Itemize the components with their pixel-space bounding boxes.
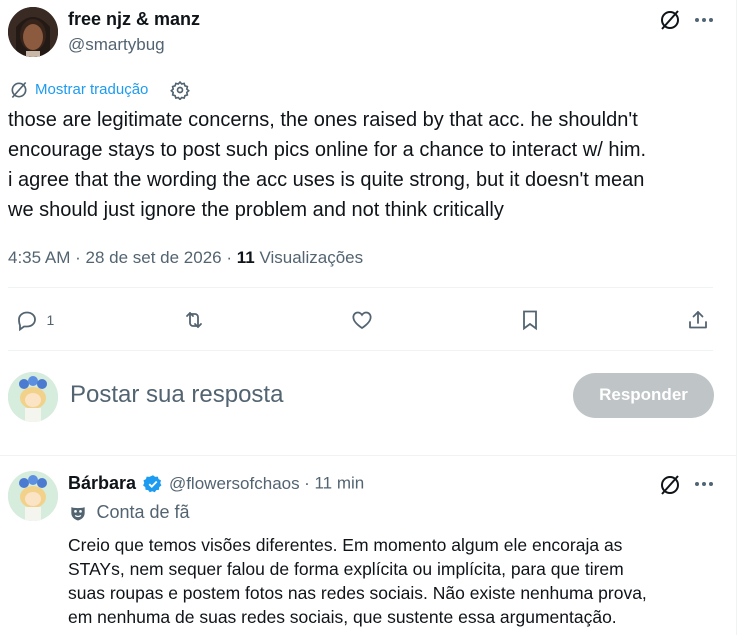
views-count: 11 xyxy=(236,248,255,267)
reply-text: Creio que temos visões diferentes. Em mo… xyxy=(68,535,647,627)
verified-icon xyxy=(142,474,163,494)
meta-separator: · xyxy=(226,248,237,267)
author-name[interactable]: free njz & manz xyxy=(68,9,200,30)
reply-grok-icon[interactable] xyxy=(658,473,682,497)
reply-author-handle[interactable]: @flowersofchaos xyxy=(169,474,300,493)
views-label: Visualizações xyxy=(259,248,364,267)
translation-settings-icon[interactable] xyxy=(170,80,190,101)
mask-icon xyxy=(68,503,88,523)
reply-input[interactable]: Postar sua resposta xyxy=(70,381,283,409)
meta-divider xyxy=(8,287,713,288)
reply-button[interactable]: Responder xyxy=(573,373,714,418)
column-border xyxy=(736,0,737,635)
reply-count: 1 xyxy=(46,312,55,328)
meta-separator: · xyxy=(304,473,315,493)
tweet-text: those are legitimate concerns, the ones … xyxy=(8,109,647,221)
share-icon[interactable] xyxy=(686,308,710,332)
repost-icon[interactable] xyxy=(181,308,207,332)
tweet-time[interactable]: 4:35 AM xyxy=(8,248,70,267)
translate-icon xyxy=(9,80,29,100)
fan-account-label: Conta de fã xyxy=(96,502,190,522)
fan-account-badge: Conta de fã xyxy=(68,502,190,523)
tweet-meta: 4:35 AM · 28 de set de 2026 · 11 Visuali… xyxy=(8,248,363,268)
reply-action[interactable]: 1 xyxy=(14,308,54,332)
reply-more-options-icon[interactable] xyxy=(692,472,716,496)
show-translation-link[interactable]: Mostrar tradução xyxy=(35,81,148,98)
author-avatar[interactable] xyxy=(8,7,58,57)
author-handle[interactable]: @smartybug xyxy=(68,35,165,55)
reply-header: Bárbara @flowersofchaos · 11 min xyxy=(68,473,364,494)
tweet-date[interactable]: 28 de set de 2026 xyxy=(86,248,222,267)
bookmark-icon[interactable] xyxy=(518,308,542,332)
meta-separator: · xyxy=(75,248,86,267)
grok-icon[interactable] xyxy=(658,8,682,32)
actions-divider xyxy=(8,350,713,351)
reply-time[interactable]: 11 min xyxy=(314,474,364,493)
reply-author-name[interactable]: Bárbara xyxy=(68,473,136,493)
reply-icon xyxy=(18,311,36,332)
composer-divider xyxy=(0,455,736,456)
like-icon[interactable] xyxy=(350,308,374,332)
user-avatar[interactable] xyxy=(8,372,58,422)
reply-author-avatar[interactable] xyxy=(8,471,58,521)
more-options-icon[interactable] xyxy=(692,8,716,32)
